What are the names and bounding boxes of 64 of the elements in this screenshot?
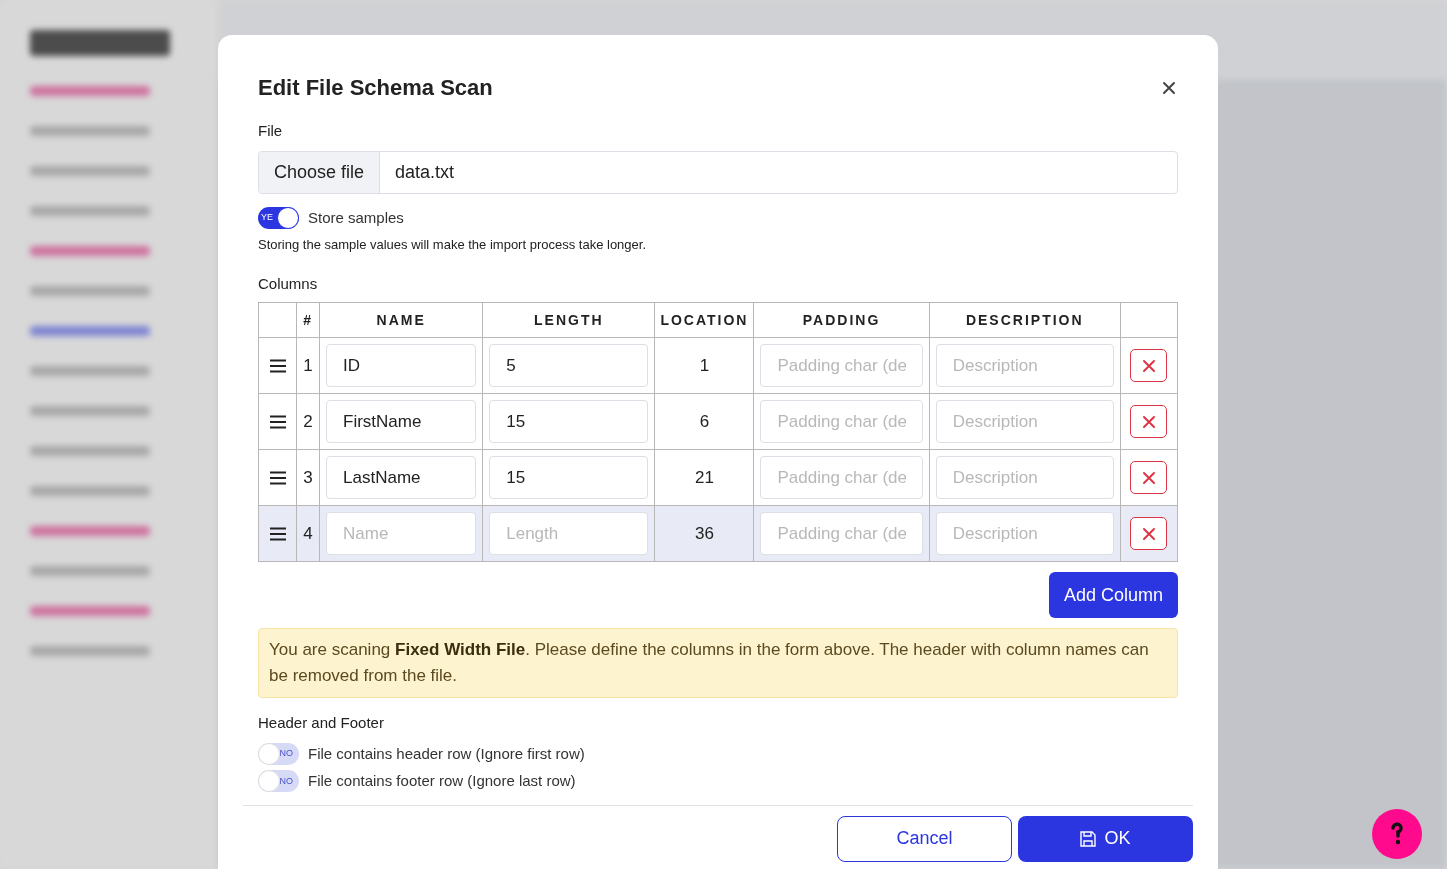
- table-cell: 36: [654, 505, 754, 562]
- toggle-switch[interactable]: NO: [258, 770, 299, 793]
- column-header: PADDING: [754, 302, 930, 338]
- toggle-label: File contains footer row (Ignore last row): [308, 771, 576, 791]
- table-cell: 3: [296, 449, 320, 506]
- save-icon: [1080, 830, 1097, 847]
- table-cell: 21: [654, 449, 754, 506]
- delete-button[interactable]: [1130, 517, 1168, 550]
- table-cell: 6: [654, 393, 754, 450]
- padding-field[interactable]: Padding char (de: [760, 456, 923, 499]
- add-column-button[interactable]: Add Column: [1048, 572, 1178, 618]
- toggle-switch[interactable]: NO: [258, 742, 299, 765]
- close-button[interactable]: [1162, 80, 1176, 95]
- delete-button[interactable]: [1130, 461, 1168, 494]
- padding-field[interactable]: Padding char (de: [760, 400, 923, 443]
- toggle-switch[interactable]: YE: [258, 206, 299, 229]
- name-field[interactable]: LastName: [326, 456, 477, 499]
- delete-button[interactable]: [1130, 349, 1168, 382]
- table-cell: 1: [654, 337, 754, 394]
- name-field[interactable]: ID: [326, 344, 477, 387]
- delete-button[interactable]: [1130, 405, 1168, 438]
- column-header: DESCRIPTION: [929, 302, 1121, 338]
- dialog-title: Edit File Schema Scan: [258, 74, 493, 102]
- length-field[interactable]: Length: [489, 512, 649, 555]
- close-icon: [1141, 414, 1156, 429]
- drag-handle-icon[interactable]: [269, 527, 286, 542]
- file-input[interactable]: Choose file data.txt: [258, 150, 1178, 194]
- notice-text: You are scaning Fixed Width File. Please define the columns in the form above. The header with column names can be removed from the file.: [269, 640, 1149, 685]
- drag-handle-icon[interactable]: [269, 359, 286, 374]
- section-label: Columns: [258, 273, 319, 294]
- drag-handle-icon[interactable]: [269, 415, 286, 430]
- toggle-label: Store samples: [308, 207, 404, 228]
- question-icon: [1390, 822, 1404, 846]
- description-field[interactable]: Description: [935, 456, 1114, 499]
- padding-field[interactable]: Padding char (de: [760, 512, 923, 555]
- column-header: LENGTH: [482, 302, 655, 338]
- section-label: Header and Footer: [258, 713, 385, 733]
- choose-file-button[interactable]: Choose file: [259, 151, 381, 193]
- table-cell: 1: [296, 337, 320, 394]
- column-header: #: [296, 302, 320, 338]
- hint-text: Storing the sample values will make the import process take longer.: [258, 236, 648, 254]
- length-field[interactable]: 15: [489, 400, 649, 443]
- table-cell: 4: [296, 505, 320, 562]
- ok-button[interactable]: OK: [1018, 815, 1193, 862]
- column-header: NAME: [319, 302, 483, 338]
- file-name: data.txt: [394, 160, 456, 184]
- table-cell: 2: [296, 393, 320, 450]
- length-field[interactable]: 5: [489, 344, 649, 387]
- field-label: File: [258, 121, 284, 141]
- drag-handle-icon[interactable]: [269, 471, 286, 486]
- name-field[interactable]: FirstName: [326, 400, 477, 443]
- length-field[interactable]: 15: [489, 456, 649, 499]
- close-icon: [1141, 358, 1156, 373]
- cancel-button[interactable]: Cancel: [837, 815, 1012, 862]
- toggle-label: File contains header row (Ignore first row): [308, 743, 585, 764]
- description-field[interactable]: Description: [935, 344, 1114, 387]
- description-field[interactable]: Description: [935, 400, 1114, 443]
- padding-field[interactable]: Padding char (de: [760, 344, 923, 387]
- close-icon: [1141, 470, 1156, 485]
- column-header: LOCATION: [654, 302, 754, 338]
- description-field[interactable]: Description: [935, 512, 1114, 555]
- close-icon: [1141, 526, 1156, 541]
- name-field[interactable]: Name: [326, 512, 477, 555]
- close-icon: [1162, 80, 1176, 95]
